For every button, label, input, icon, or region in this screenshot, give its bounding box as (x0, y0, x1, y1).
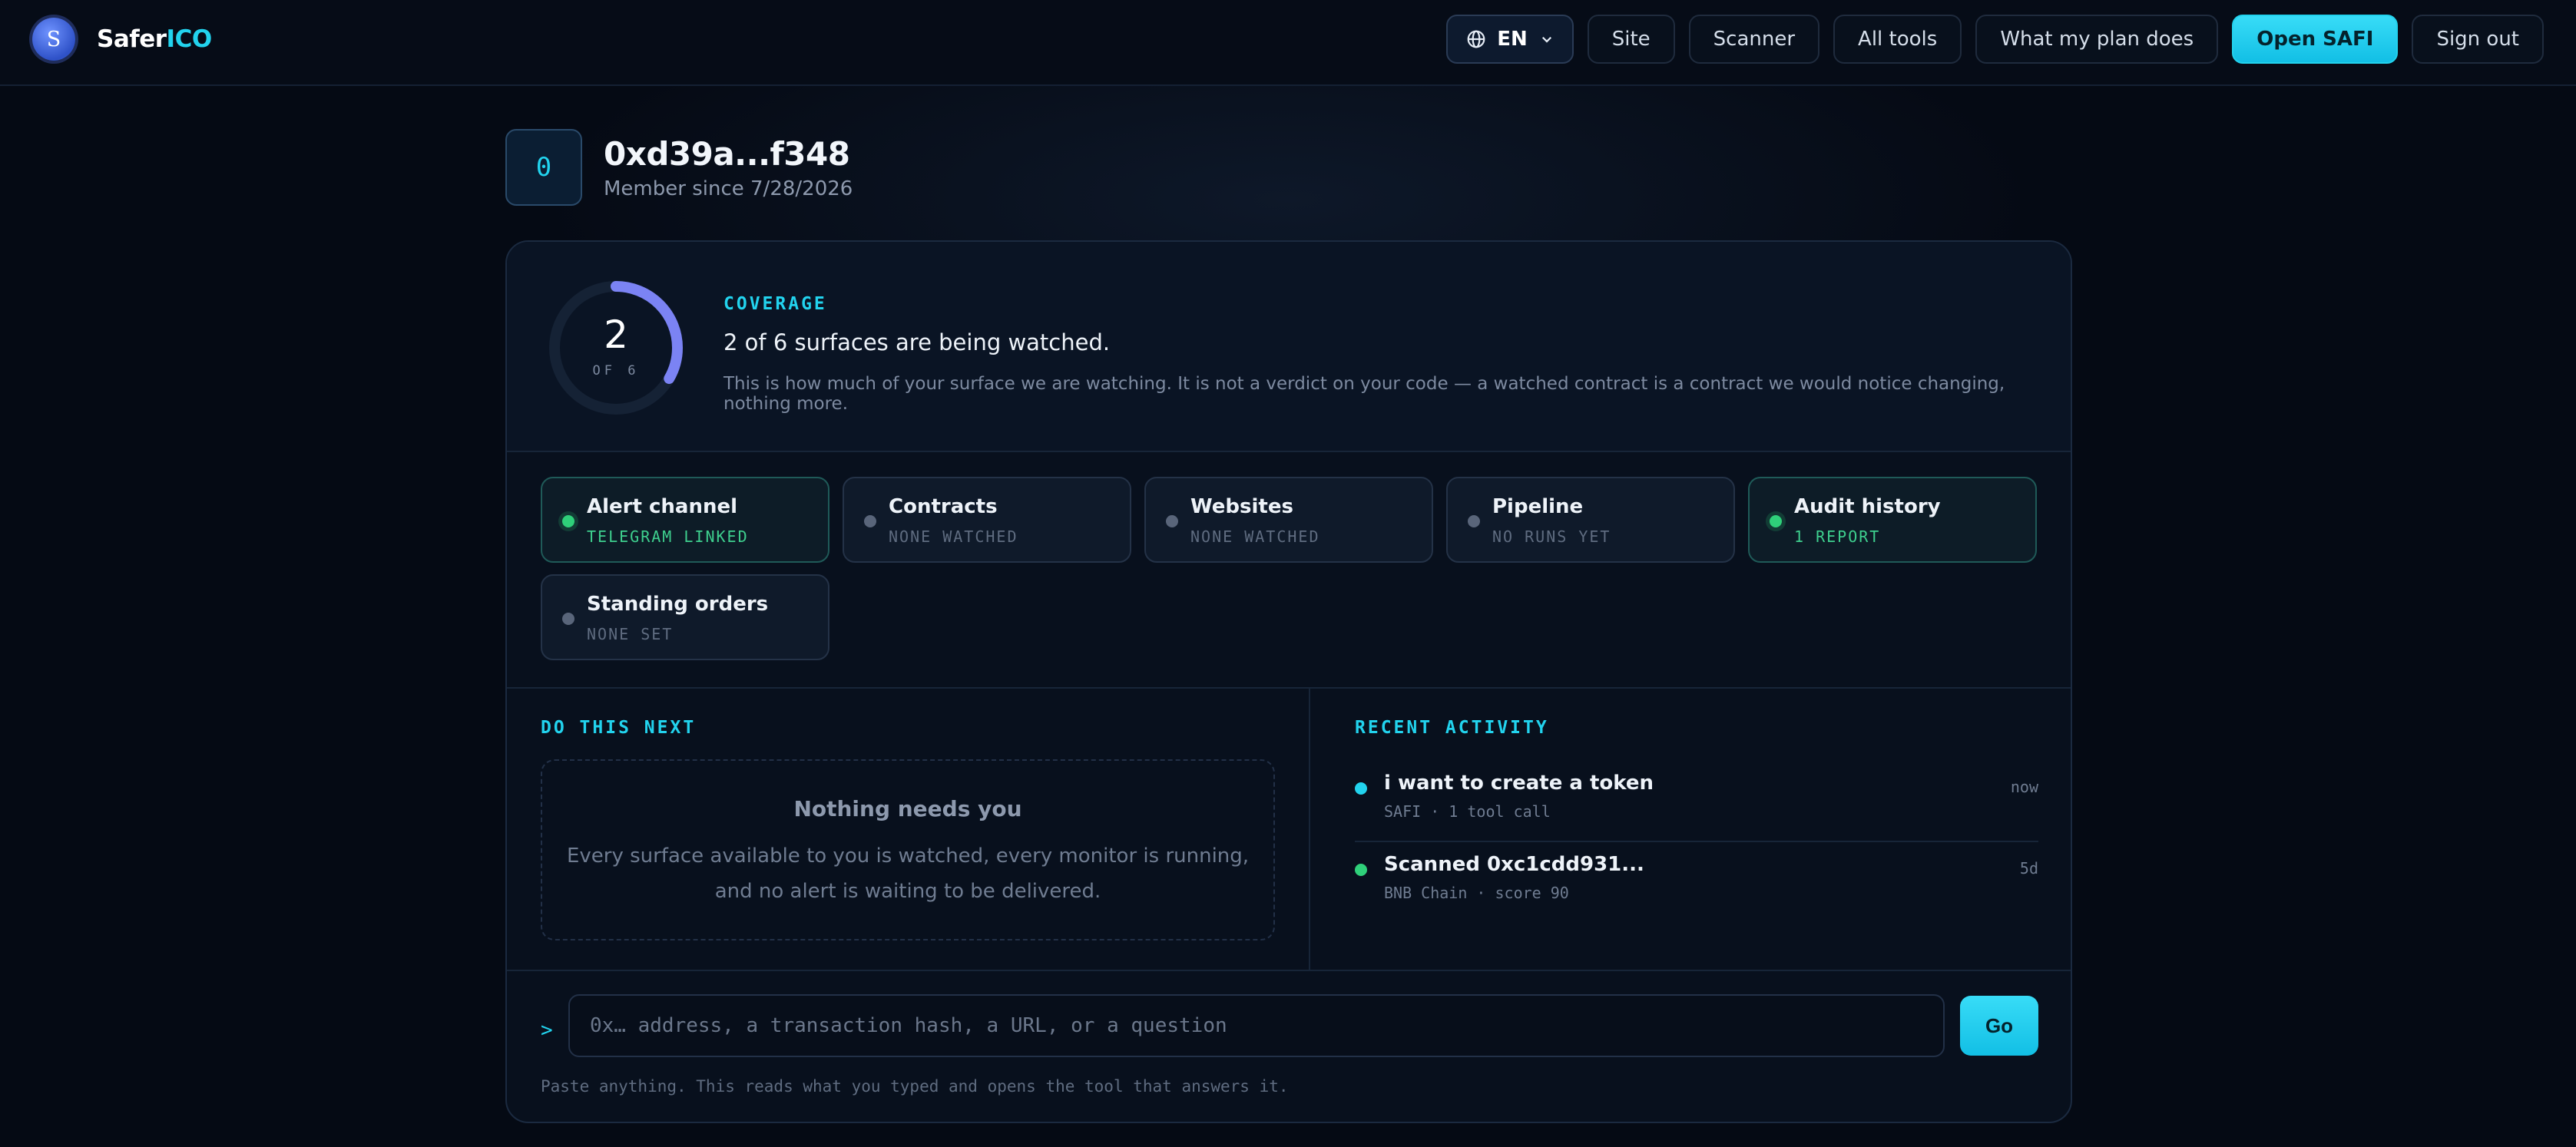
nav-site[interactable]: Site (1587, 15, 1675, 64)
chevron-down-icon (1541, 36, 1551, 43)
surface-tile-websites[interactable]: Websites NONE WATCHED (1144, 477, 1433, 563)
activity-time: 5d (2019, 859, 2038, 878)
coverage-label: COVERAGE (723, 294, 827, 314)
brand-name-part2: ICO (166, 25, 213, 53)
coverage-description: This is how much of your surface we are … (723, 374, 2005, 414)
do-this-next-label: DO THIS NEXT (541, 718, 697, 738)
activity-item[interactable]: Scanned 0xc1cdd931... BNB Chain · score … (1355, 848, 2038, 930)
coverage-section: 2 OF 6 COVERAGE 2 of 6 surfaces are bein… (507, 242, 2071, 452)
top-nav: EN Site Scanner All tools What my plan d… (1446, 15, 2544, 64)
command-input[interactable] (568, 994, 1945, 1057)
surface-status: NONE WATCHED (1190, 527, 1320, 546)
surface-tile-contracts[interactable]: Contracts NONE WATCHED (843, 477, 1131, 563)
recent-activity-label: RECENT ACTIVITY (1355, 718, 1549, 738)
sign-out-button[interactable]: Sign out (2412, 15, 2544, 64)
activity-meta: BNB Chain · score 90 (1384, 884, 1569, 902)
nav-scanner[interactable]: Scanner (1688, 15, 1820, 64)
surface-title: Audit history (1794, 495, 1941, 518)
activity-title: Scanned 0xc1cdd931... (1384, 853, 1644, 876)
surface-title: Pipeline (1492, 495, 1584, 518)
brand-name-part1: Safer (97, 25, 167, 53)
globe-icon (1467, 30, 1485, 48)
activity-item[interactable]: i want to create a token SAFI · 1 tool c… (1355, 767, 2038, 848)
go-button[interactable]: Go (1960, 996, 2038, 1056)
dashboard-card: 2 OF 6 COVERAGE 2 of 6 surfaces are bein… (505, 240, 2072, 1123)
logo-icon: S (32, 18, 75, 61)
status-dot (1770, 515, 1782, 527)
surface-tile-standing-orders[interactable]: Standing orders NONE SET (541, 574, 829, 660)
command-bar: > Go Paste anything. This reads what you… (507, 973, 2071, 1122)
activity-separator (1355, 841, 2038, 842)
brand-name: SaferICO (97, 25, 212, 53)
empty-state-description: Every surface available to you is watche… (566, 845, 1250, 903)
surface-title: Alert channel (587, 495, 738, 518)
activity-dot (1355, 782, 1367, 795)
avatar: 0 (505, 129, 582, 206)
surface-status: 1 REPORT (1794, 527, 1881, 546)
surface-title: Contracts (889, 495, 998, 518)
coverage-total: OF 6 (592, 363, 640, 378)
empty-state-title: Nothing needs you (793, 796, 1022, 821)
status-dot (1468, 515, 1480, 527)
surface-tile-pipeline[interactable]: Pipeline NO RUNS YET (1446, 477, 1735, 563)
surface-status: TELEGRAM LINKED (587, 527, 749, 546)
status-dot (562, 515, 574, 527)
coverage-count: 2 (604, 312, 628, 357)
surface-status: NO RUNS YET (1492, 527, 1611, 546)
surface-status: NONE SET (587, 625, 674, 643)
activity-time: now (2010, 778, 2038, 796)
surface-tile-alert-channel[interactable]: Alert channel TELEGRAM LINKED (541, 477, 829, 563)
language-label: EN (1497, 28, 1528, 51)
surface-title: Websites (1190, 495, 1293, 518)
top-bar: S SaferICO EN Site Scanner All tools Wha… (0, 0, 2576, 86)
coverage-ring: 2 OF 6 (547, 279, 685, 417)
prompt-symbol: > (541, 1019, 553, 1042)
next-and-activity: DO THIS NEXT Nothing needs you Every sur… (507, 687, 2071, 971)
language-selector[interactable]: EN (1446, 15, 1574, 64)
nav-what-my-plan-does[interactable]: What my plan does (1975, 15, 2219, 64)
profile-header: 0 0xd39a...f348 Member since 7/28/2026 (505, 129, 853, 206)
surface-tile-audit-history[interactable]: Audit history 1 REPORT (1748, 477, 2037, 563)
command-hint: Paste anything. This reads what you type… (541, 1077, 1289, 1096)
status-dot (864, 515, 876, 527)
empty-state: Nothing needs you Every surface availabl… (541, 759, 1275, 940)
activity-title: i want to create a token (1384, 772, 1654, 795)
status-dot (562, 613, 574, 625)
open-safi-button[interactable]: Open SAFI (2232, 15, 2399, 64)
surface-title: Standing orders (587, 593, 769, 616)
nav-all-tools[interactable]: All tools (1833, 15, 1962, 64)
column-divider (1309, 689, 1310, 970)
surface-status: NONE WATCHED (889, 527, 1018, 546)
member-since: Member since 7/28/2026 (604, 177, 853, 200)
activity-meta: SAFI · 1 tool call (1384, 802, 1551, 821)
brand[interactable]: S SaferICO (32, 17, 212, 61)
status-dot (1166, 515, 1178, 527)
activity-dot (1355, 864, 1367, 876)
wallet-address: 0xd39a...f348 (604, 134, 850, 173)
coverage-title: 2 of 6 surfaces are being watched. (723, 329, 1111, 355)
